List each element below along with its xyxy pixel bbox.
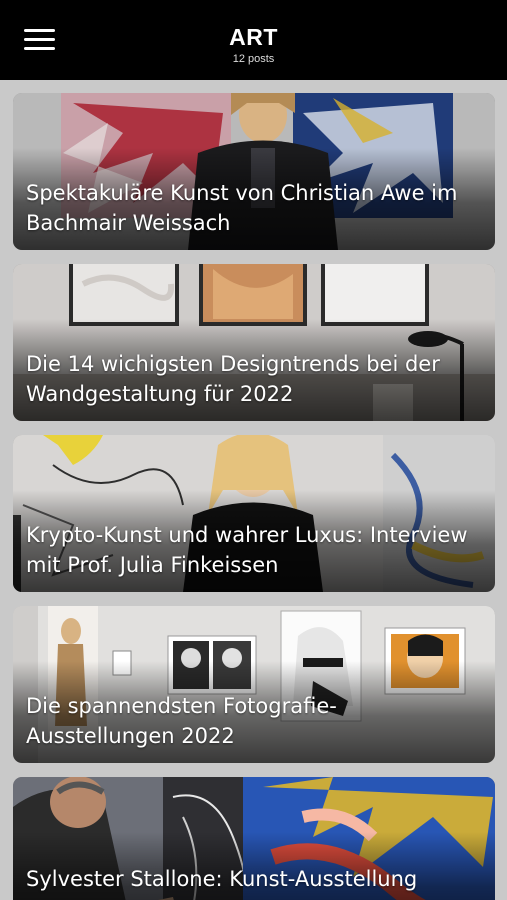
- post-title: Sylvester Stallone: Kunst-Ausstellung: [26, 867, 418, 891]
- post-title: Die 14 wichigsten Designtrends bei der W…: [26, 352, 440, 406]
- header-title-block: ART 12 posts: [0, 24, 507, 66]
- post-title: Krypto-Kunst und wahrer Luxus: Interview…: [26, 523, 468, 577]
- page-title: ART: [229, 24, 278, 50]
- post-count: 12 posts: [232, 53, 275, 65]
- top-bar: ART 12 posts: [0, 0, 507, 80]
- post-title: Die spannendsten Fotografie-Ausstellunge…: [26, 694, 337, 748]
- post-card[interactable]: Krypto-Kunst und wahrer Luxus: Interview…: [13, 435, 495, 592]
- post-feed: Spektakuläre Kunst von Christian Awe im …: [0, 80, 507, 900]
- post-card[interactable]: Die 14 wichigsten Designtrends bei der W…: [13, 264, 495, 421]
- post-card[interactable]: Spektakuläre Kunst von Christian Awe im …: [13, 93, 495, 250]
- post-card[interactable]: Sylvester Stallone: Kunst-Ausstellung: [13, 777, 495, 900]
- post-title: Spektakuläre Kunst von Christian Awe im …: [26, 181, 458, 235]
- post-card[interactable]: Die spannendsten Fotografie-Ausstellunge…: [13, 606, 495, 763]
